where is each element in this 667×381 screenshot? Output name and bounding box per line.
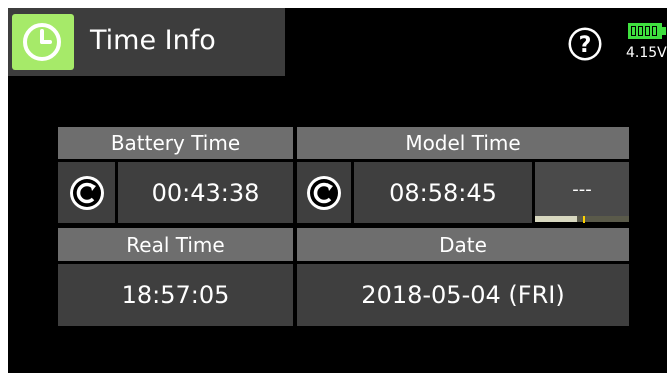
date-header: Date (297, 228, 629, 261)
title-bar[interactable]: Time Info (8, 8, 285, 76)
svg-text:?: ? (579, 33, 592, 58)
battery-voltage: 4.15V (626, 45, 667, 61)
reset-icon (69, 175, 104, 210)
battery-icon (628, 23, 667, 39)
model-timer-marker (583, 216, 585, 223)
model-timer-progress-fill (535, 216, 578, 222)
device-screen: Time Info ? 4.15V Battery Time 00:43:38 … (8, 8, 667, 373)
real-time-header: Real Time (58, 228, 293, 261)
battery-time-value: 00:43:38 (118, 162, 293, 223)
model-timer-value[interactable]: --- (535, 162, 629, 216)
model-time-value: 08:58:45 (354, 162, 532, 223)
question-icon[interactable]: ? (566, 25, 604, 63)
battery-time-header: Battery Time (58, 127, 293, 159)
real-time-value: 18:57:05 (58, 264, 293, 326)
battery-time-reset-button[interactable] (58, 162, 115, 223)
model-timer-progress (535, 216, 629, 222)
date-value: 2018-05-04 (FRI) (297, 264, 629, 326)
clock-icon (12, 14, 74, 70)
model-time-header: Model Time (297, 127, 629, 159)
model-time-reset-button[interactable] (297, 162, 351, 223)
reset-icon (307, 175, 341, 210)
page-title: Time Info (90, 25, 216, 56)
